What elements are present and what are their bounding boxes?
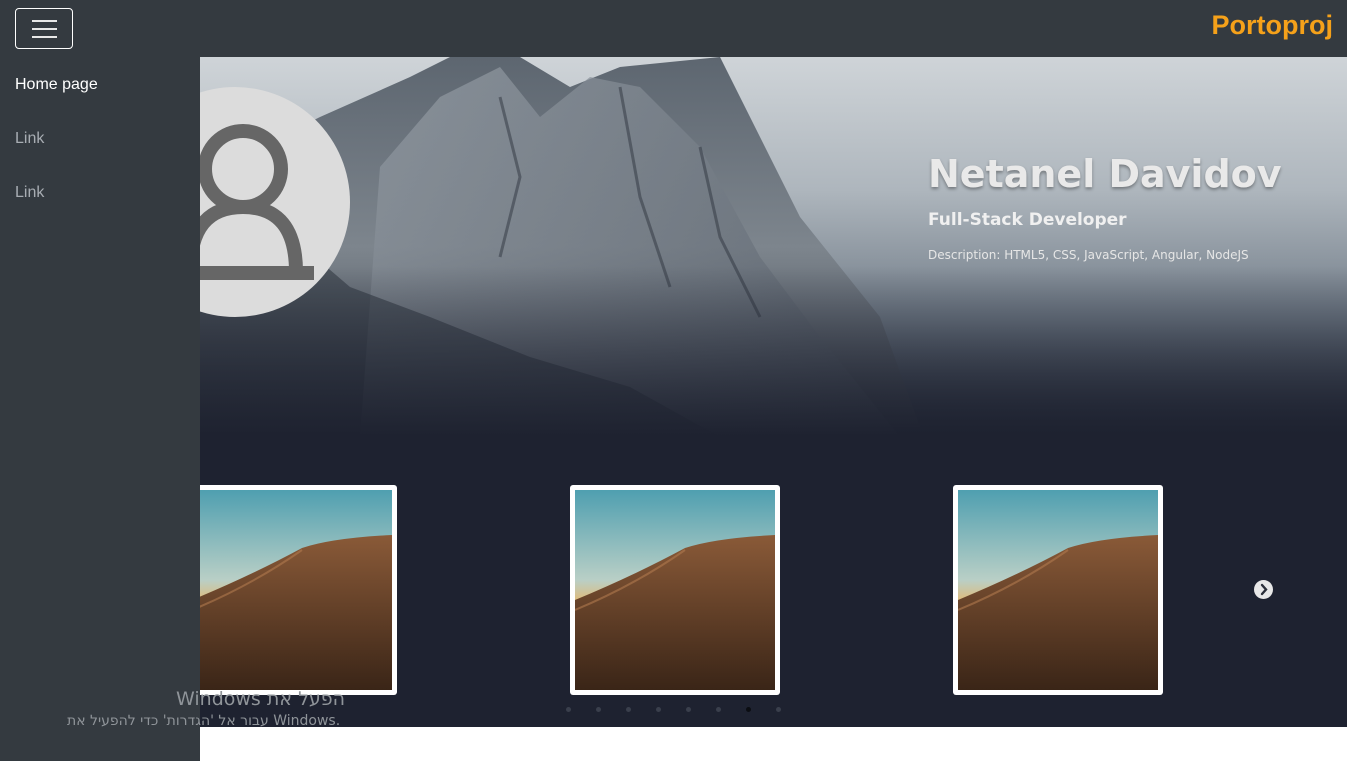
sidebar-item-link-2[interactable]: Link <box>15 184 44 202</box>
carousel-indicator-active[interactable] <box>746 707 751 712</box>
menu-toggle-button[interactable] <box>15 8 73 49</box>
profile-description: Description: HTML5, CSS, JavaScript, Ang… <box>928 248 1249 262</box>
carousel-indicator[interactable] <box>716 707 721 712</box>
carousel-indicator[interactable] <box>596 707 601 712</box>
carousel-indicator[interactable] <box>626 707 631 712</box>
carousel-card[interactable] <box>953 485 1163 695</box>
carousel-indicator[interactable] <box>566 707 571 712</box>
carousel-indicator[interactable] <box>776 707 781 712</box>
carousel-next-button[interactable] <box>1254 580 1273 599</box>
carousel-indicator[interactable] <box>656 707 661 712</box>
image-carousel <box>200 437 1347 727</box>
sidebar-item-home[interactable]: Home page <box>15 76 98 94</box>
sidebar-nav: Home page Link Link <box>0 57 200 761</box>
desert-dunes-image <box>958 490 1158 690</box>
profile-role: Full-Stack Developer <box>928 210 1127 230</box>
top-navbar: Portoproj <box>0 0 1347 57</box>
desert-dunes-image <box>200 490 392 690</box>
carousel-card[interactable] <box>200 485 397 695</box>
hero-banner: Netanel Davidov Full-Stack Developer Des… <box>200 57 1347 437</box>
profile-name: Netanel Davidov <box>928 152 1282 196</box>
hero-text-block: Netanel Davidov Full-Stack Developer Des… <box>928 152 1282 262</box>
desert-dunes-image <box>575 490 775 690</box>
carousel-card[interactable] <box>570 485 780 695</box>
windows-activation-title: הפעל את Windows <box>176 688 346 710</box>
sidebar-item-link-1[interactable]: Link <box>15 130 44 148</box>
windows-activation-subtitle: עבור אל 'הגדרות' כדי להפעיל את Windows. <box>67 713 341 729</box>
chevron-right-circle-icon <box>1260 583 1268 596</box>
carousel-indicator[interactable] <box>686 707 691 712</box>
brand-logo[interactable]: Portoproj <box>1212 10 1334 41</box>
